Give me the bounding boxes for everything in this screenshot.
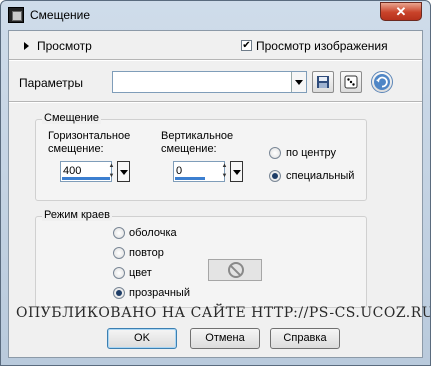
horizontal-offset-spinner[interactable]: ▲ ▼ [106,161,117,182]
chevron-down-icon [295,80,303,85]
centered-label: по центру [286,147,337,159]
repeat-label: повтор [129,247,164,259]
presets-label: Параметры [19,76,83,90]
wrap-label: оболочка [129,227,177,239]
edge-mode-group-title: Режим краев [42,209,112,221]
reset-arrow-icon [374,74,390,90]
chevron-down-icon [120,170,128,175]
transparent-radio[interactable] [113,287,125,299]
no-sign-icon [228,262,244,278]
preview-row: Просмотр ✔ Просмотр изображения [9,31,422,59]
custom-radio[interactable] [269,170,281,182]
app-icon [8,7,24,23]
presets-dropdown-button[interactable] [291,72,306,92]
horizontal-offset-slider-fill[interactable] [62,177,110,180]
vertical-offset-value: 0 [176,165,183,177]
offset-group-title: Смещение [42,112,102,124]
horizontal-offset-dropdown[interactable] [117,161,130,182]
window-title: Смещение [30,8,91,22]
show-image-checkbox[interactable]: ✔ [241,40,252,51]
wrap-radio[interactable] [113,227,125,239]
centered-radio[interactable] [269,147,281,159]
save-preset-button[interactable] [312,71,334,93]
vertical-offset-input[interactable]: 0 [173,161,225,182]
random-button[interactable] [340,71,362,93]
dialog-window: Смещение ✕ Просмотр ✔ Просмотр изображен… [0,0,431,366]
vertical-offset-slider-fill[interactable] [175,177,205,180]
color-label: цвет [129,267,152,279]
title-bar[interactable]: Смещение ✕ [1,1,430,28]
vertical-offset-label-line2: смещение: [161,143,217,155]
horizontal-offset-input[interactable]: 400 [60,161,112,182]
chevron-down-icon [233,170,241,175]
transparent-label: прозрачный [129,287,190,299]
preview-label[interactable]: Просмотр [37,39,92,53]
expand-triangle-icon[interactable] [24,42,29,50]
horizontal-offset-label-line1: Горизонтальное [48,130,131,142]
divider [9,101,422,103]
watermark-text: ОПУБЛИКОВАНО НА САЙТЕ HTTP://PS-CS.UCOZ.… [16,305,431,321]
color-radio[interactable] [113,267,125,279]
close-button[interactable]: ✕ [380,2,422,21]
horizontal-offset-value: 400 [63,165,82,177]
divider [9,59,422,61]
cancel-button[interactable]: Отмена [190,328,260,349]
edge-mode-group: Режим краев [35,209,367,308]
ok-button[interactable]: OK [107,328,177,349]
presets-combobox[interactable] [112,71,307,93]
help-button[interactable]: Справка [270,328,340,349]
vertical-offset-dropdown[interactable] [230,161,243,182]
show-image-label: Просмотр изображения [256,39,388,53]
repeat-radio[interactable] [113,247,125,259]
horizontal-offset-label-line2: смещение: [48,143,104,155]
vertical-offset-label-line1: Вертикальное [161,130,234,142]
custom-label: специальный [286,170,355,182]
reset-button[interactable] [371,71,393,93]
floppy-disk-icon [317,76,329,88]
dice-icon [344,75,358,89]
edge-color-swatch[interactable] [208,259,262,281]
vertical-offset-spinner[interactable]: ▲ ▼ [219,161,230,182]
